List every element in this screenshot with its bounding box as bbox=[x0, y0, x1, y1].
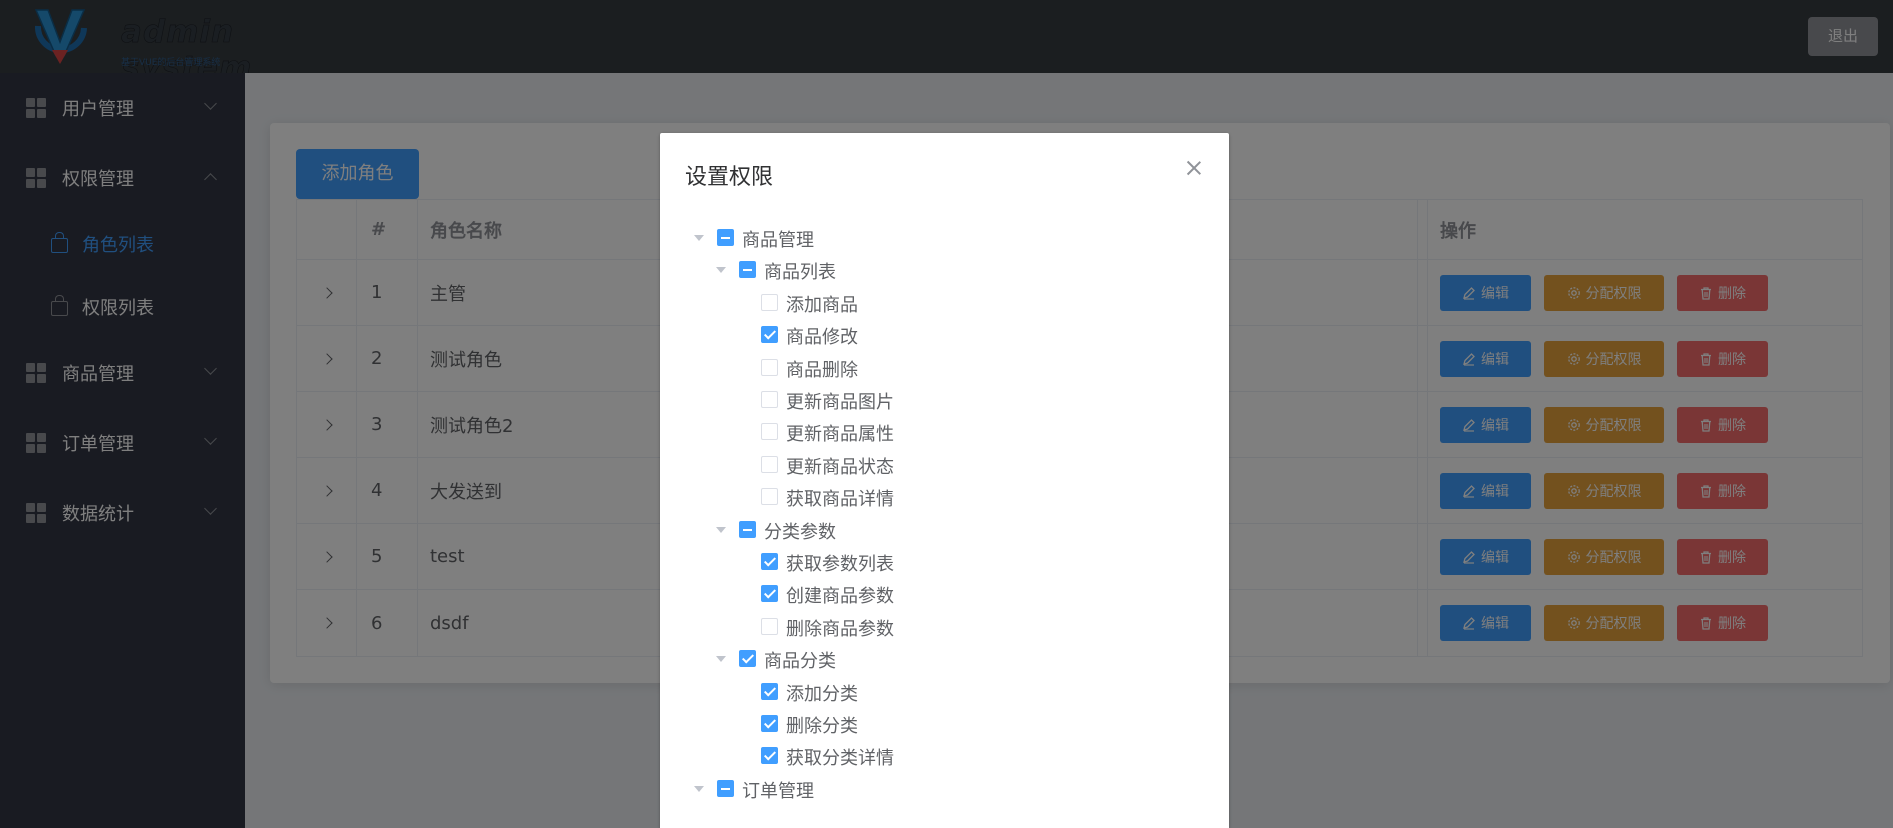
tree-checkbox[interactable] bbox=[761, 617, 778, 635]
tree-node-label: 更新商品状态 bbox=[786, 456, 894, 478]
tree-checkbox[interactable] bbox=[761, 715, 778, 732]
tree-node[interactable]: 分类参数 bbox=[660, 514, 1220, 546]
tree-node[interactable]: 添加分类 bbox=[660, 676, 1220, 708]
tree-node-label: 更新商品图片 bbox=[786, 392, 894, 413]
tree-checkbox[interactable] bbox=[739, 650, 756, 668]
tree-node[interactable]: 商品删除 bbox=[660, 352, 1220, 384]
tree-node[interactable]: 商品列表 bbox=[660, 254, 1220, 286]
tree-node[interactable]: 商品修改 bbox=[660, 319, 1220, 351]
tree-node[interactable]: 更新商品状态 bbox=[660, 449, 1220, 481]
tree-checkbox[interactable] bbox=[761, 585, 778, 603]
tree-node[interactable]: 删除商品参数 bbox=[660, 611, 1220, 643]
tree-node-label: 删除商品参数 bbox=[786, 618, 894, 640]
tree-node[interactable]: 获取参数列表 bbox=[660, 546, 1220, 578]
caret-down-icon[interactable] bbox=[716, 656, 726, 663]
close-icon[interactable] bbox=[1184, 158, 1204, 178]
tree-node-label: 添加商品 bbox=[786, 294, 858, 316]
tree-node-label: 商品分类 bbox=[764, 651, 836, 673]
tree-node[interactable]: 订单管理 bbox=[660, 773, 1220, 805]
tree-node-label: 删除分类 bbox=[786, 716, 858, 737]
tree-node[interactable]: 更新商品图片 bbox=[660, 384, 1220, 416]
dialog-title: 设置权限 bbox=[685, 165, 774, 190]
tree-node-label: 添加分类 bbox=[786, 683, 858, 705]
tree-node-label: 商品修改 bbox=[786, 327, 858, 349]
tree-checkbox[interactable] bbox=[761, 682, 778, 700]
tree-node[interactable]: 获取分类详情 bbox=[660, 740, 1220, 772]
tree-node[interactable]: 创建商品参数 bbox=[660, 578, 1220, 610]
tree-node[interactable]: 添加商品 bbox=[660, 287, 1220, 319]
tree-checkbox[interactable] bbox=[717, 229, 734, 246]
tree-node-label: 更新商品属性 bbox=[786, 424, 894, 446]
tree-checkbox[interactable] bbox=[761, 391, 778, 408]
tree-checkbox[interactable] bbox=[761, 747, 778, 765]
tree-node[interactable]: 删除分类 bbox=[660, 708, 1220, 740]
tree-checkbox[interactable] bbox=[739, 261, 756, 279]
tree-checkbox[interactable] bbox=[761, 326, 778, 344]
caret-down-icon[interactable] bbox=[694, 235, 704, 241]
tree-node-label: 获取分类详情 bbox=[786, 748, 894, 770]
tree-checkbox[interactable] bbox=[761, 423, 778, 441]
tree-checkbox[interactable] bbox=[761, 488, 778, 506]
caret-down-icon[interactable] bbox=[716, 526, 726, 533]
caret-down-icon[interactable] bbox=[694, 785, 704, 792]
set-permission-dialog: 设置权限 商品管理商品列表添加商品商品修改商品删除更新商品图片 更新商品属性 更新商… bbox=[660, 133, 1229, 828]
tree-node-label: 商品列表 bbox=[764, 262, 836, 284]
tree-checkbox[interactable] bbox=[761, 455, 778, 473]
tree-checkbox[interactable] bbox=[717, 779, 734, 797]
tree-node[interactable]: 获取商品详情 bbox=[660, 481, 1220, 513]
tree-checkbox[interactable] bbox=[739, 520, 756, 538]
tree-node-label: 获取参数列表 bbox=[786, 554, 894, 575]
tree-node[interactable]: 更新商品属性 bbox=[660, 416, 1220, 448]
tree-node[interactable]: 商品分类 bbox=[660, 643, 1220, 675]
tree-checkbox[interactable] bbox=[761, 293, 778, 311]
tree-node-label: 订单管理 bbox=[742, 780, 814, 802]
tree-node-label: 分类参数 bbox=[764, 521, 836, 543]
tree-checkbox[interactable] bbox=[761, 358, 778, 376]
caret-down-icon[interactable] bbox=[716, 267, 726, 274]
tree-node-label: 获取商品详情 bbox=[786, 489, 894, 511]
tree-node-label: 商品管理 bbox=[742, 230, 814, 251]
tree-node-label: 商品删除 bbox=[786, 359, 858, 381]
tree-node[interactable]: 商品管理 bbox=[660, 222, 1220, 254]
tree-checkbox[interactable] bbox=[761, 553, 778, 570]
tree-node-label: 创建商品参数 bbox=[786, 586, 894, 608]
